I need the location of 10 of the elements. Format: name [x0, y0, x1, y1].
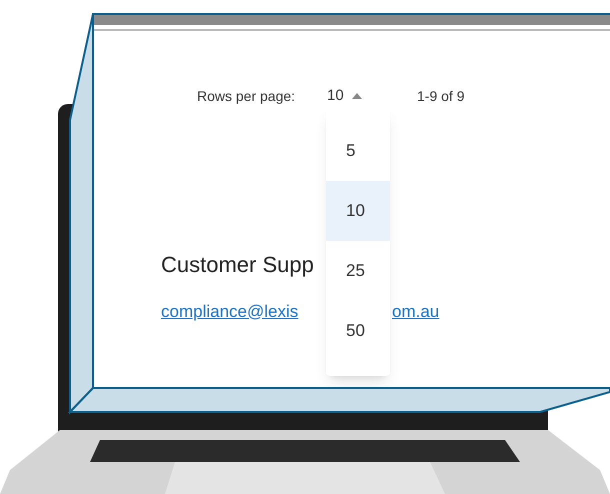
menu-option[interactable]: 25	[326, 241, 390, 301]
rows-per-page-select[interactable]: 10	[327, 85, 417, 108]
page-range: 1-9 of 9	[417, 86, 464, 106]
menu-option[interactable]: 10	[326, 181, 390, 241]
menu-option[interactable]: 50	[326, 301, 390, 361]
caret-up-icon	[352, 93, 362, 100]
section-heading: Customer Supp	[161, 250, 314, 279]
rows-per-page-label: Rows per page:	[197, 86, 296, 106]
menu-option[interactable]: 5	[326, 121, 390, 181]
email-link[interactable]: om.au	[392, 298, 440, 324]
